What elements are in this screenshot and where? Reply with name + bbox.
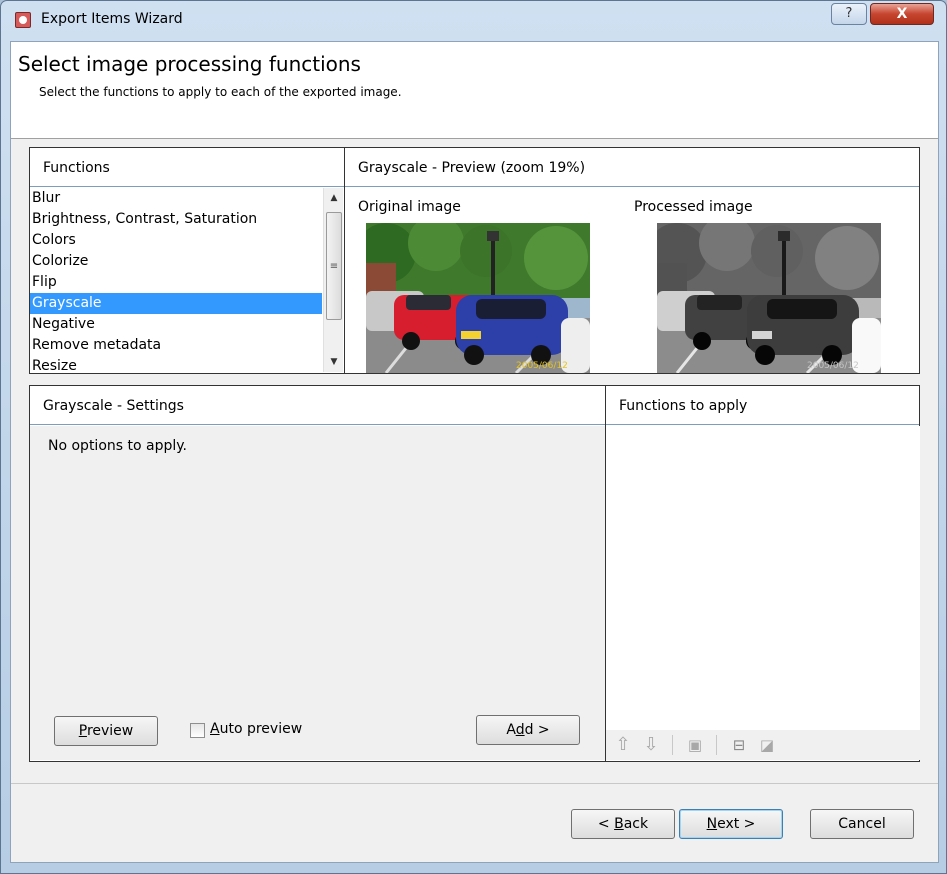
app-icon	[15, 12, 31, 28]
no-options-message: No options to apply.	[48, 438, 187, 454]
settings-area: No options to apply. Preview Auto previe…	[30, 426, 605, 760]
footer-divider	[11, 783, 938, 784]
apply-heading-label: Functions to apply	[619, 398, 748, 414]
scroll-down-arrow-icon[interactable]: ▼	[324, 354, 344, 370]
add-button[interactable]: Add >	[476, 715, 580, 745]
function-list-item[interactable]: Grayscale	[30, 293, 322, 314]
toolbar-separator	[672, 735, 673, 755]
window-title: Export Items Wizard	[41, 11, 183, 27]
move-down-arrow-icon[interactable]: ⇩	[642, 736, 660, 754]
remove-item-icon[interactable]: ⊟	[730, 736, 748, 754]
processed-image-label: Processed image	[634, 199, 753, 215]
help-button[interactable]: ?	[831, 3, 867, 25]
processed-image: 2005/06/12	[657, 223, 881, 373]
settings-apply-panel: Grayscale - Settings No options to apply…	[29, 385, 920, 762]
functions-to-apply-list[interactable]	[606, 426, 920, 730]
function-list-item[interactable]: Colors	[30, 230, 322, 251]
clear-list-icon[interactable]: ◪	[758, 736, 776, 754]
functions-preview-panel: Functions Blur Brightness, Contrast, Satu…	[29, 147, 920, 374]
apply-heading: Functions to apply	[606, 386, 919, 425]
functions-list[interactable]: Blur Brightness, Contrast, Saturation Colo…	[30, 188, 322, 372]
scroll-up-arrow-icon[interactable]: ▲	[324, 190, 344, 206]
apply-section: Functions to apply ⇧ ⇩ ▣ ⊟ ◪	[606, 386, 920, 761]
function-list-item[interactable]: Flip	[30, 272, 322, 293]
title-bar[interactable]: Export Items Wizard ? X	[1, 1, 946, 37]
preview-button[interactable]: Preview	[54, 716, 158, 746]
preview-heading: Grayscale - Preview (zoom 19%)	[345, 148, 919, 187]
functions-heading: Functions	[30, 148, 346, 187]
page-title: Select image processing functions	[18, 52, 361, 76]
function-list-item[interactable]: Resize	[30, 356, 322, 372]
wizard-body: Select image processing functions Select…	[10, 41, 939, 863]
function-list-item[interactable]: Negative	[30, 314, 322, 335]
function-list-item[interactable]: Colorize	[30, 251, 322, 272]
original-image-label: Original image	[358, 199, 461, 215]
close-button[interactable]: X	[870, 3, 934, 25]
auto-preview-checkbox[interactable]	[190, 723, 205, 738]
next-button[interactable]: Next >	[679, 809, 783, 839]
function-list-item[interactable]: Blur	[30, 188, 322, 209]
edit-item-icon[interactable]: ▣	[686, 736, 704, 754]
functions-scrollbar[interactable]: ▲ ≡ ▼	[323, 188, 343, 372]
preview-heading-label: Grayscale - Preview (zoom 19%)	[358, 160, 586, 176]
wizard-window: Export Items Wizard ? X Select image pro…	[0, 0, 947, 874]
settings-heading-label: Grayscale - Settings	[43, 398, 184, 414]
function-list-item[interactable]: Remove metadata	[30, 335, 322, 356]
settings-heading: Grayscale - Settings	[30, 386, 605, 425]
back-button[interactable]: < Back	[571, 809, 675, 839]
original-photo-date: 2005/06/12	[516, 361, 568, 371]
move-up-arrow-icon[interactable]: ⇧	[614, 736, 632, 754]
wizard-header: Select image processing functions Select…	[11, 42, 938, 139]
cancel-button[interactable]: Cancel	[810, 809, 914, 839]
apply-toolbar: ⇧ ⇩ ▣ ⊟ ◪	[606, 730, 920, 760]
functions-heading-label: Functions	[43, 160, 110, 176]
scroll-thumb[interactable]: ≡	[326, 212, 342, 320]
page-subtitle: Select the functions to apply to each of…	[39, 85, 402, 99]
processed-photo-date: 2005/06/12	[807, 361, 859, 371]
toolbar-separator	[716, 735, 717, 755]
function-list-item[interactable]: Brightness, Contrast, Saturation	[30, 209, 322, 230]
auto-preview-label[interactable]: Auto preview	[210, 721, 302, 737]
original-image: 2005/06/12	[366, 223, 590, 373]
